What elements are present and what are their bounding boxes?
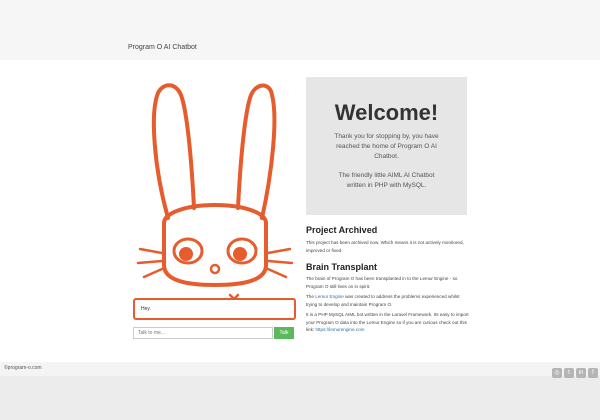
lemur-engine-link[interactable]: Lemur Engine xyxy=(315,294,344,299)
github-icon[interactable]: ◎ xyxy=(552,368,562,378)
welcome-text-1: Thank you for stopping by, you have reac… xyxy=(334,133,439,160)
copyright-text: ©program-o.com xyxy=(4,365,42,371)
talk-button[interactable]: Talk xyxy=(274,327,294,339)
transplant-text-2: The Lemur Engine was created to address … xyxy=(306,294,460,307)
archived-section: Project Archived This project has been a… xyxy=(306,225,470,254)
social-links: ◎ t in f xyxy=(552,368,598,378)
transplant-section: Brain Transplant The brain of Program O … xyxy=(306,262,470,334)
transplant-heading: Brain Transplant xyxy=(306,262,378,272)
linkedin-icon[interactable]: in xyxy=(576,368,586,378)
twitter-icon[interactable]: t xyxy=(564,368,574,378)
footer: ©program-o.com ◎ t in f xyxy=(0,362,600,378)
facebook-icon[interactable]: f xyxy=(588,368,598,378)
welcome-jumbotron: Welcome! Thank you for stopping by, you … xyxy=(306,77,467,215)
chat-input[interactable] xyxy=(133,327,273,339)
main-content xyxy=(0,60,600,362)
archived-text: This project has been archived now. Whic… xyxy=(306,240,464,253)
welcome-title: Welcome! xyxy=(334,100,439,125)
top-navbar: Program O AI Chatbot xyxy=(0,0,600,60)
bunny-mascot-icon xyxy=(136,83,294,301)
brand-link[interactable]: Program O AI Chatbot xyxy=(128,44,197,51)
welcome-text-2: The friendly little AIML AI Chatbot writ… xyxy=(338,172,435,189)
archived-heading: Project Archived xyxy=(306,225,378,235)
bot-response-bubble: Hey. xyxy=(133,298,296,320)
transplant-text-1: The brain of Program O has been transpla… xyxy=(306,276,458,289)
bot-response-text: Hey. xyxy=(141,306,151,312)
transplant-text-3: It is a PHP MySQL AIML bot written in th… xyxy=(306,312,469,332)
lemurengine-url-link[interactable]: https://lemurengine.com xyxy=(315,327,364,332)
